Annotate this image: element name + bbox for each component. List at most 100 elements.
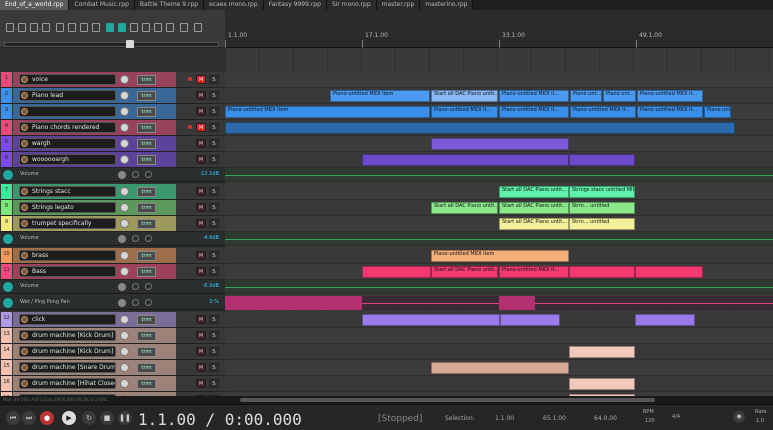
mute-button[interactable]: M (196, 155, 206, 164)
record-arm-icon[interactable] (21, 332, 28, 339)
media-item[interactable] (362, 266, 431, 278)
record-arm-icon[interactable] (21, 252, 28, 259)
open-project-icon[interactable] (18, 23, 26, 32)
cut-icon[interactable] (92, 23, 100, 32)
go-start-icon[interactable]: ⏮ (6, 411, 20, 425)
track-row[interactable]: 6 woooooargh trim M S (0, 152, 225, 168)
metronome-icon[interactable] (80, 23, 88, 32)
track-name[interactable]: wargh (19, 138, 116, 149)
envelope-arm-icon[interactable] (132, 171, 139, 178)
media-item[interactable]: Start all DAC Piano untit... (499, 202, 569, 214)
media-item[interactable]: Piano-untitled MIDI it... (499, 266, 569, 278)
volume-knob[interactable] (120, 331, 129, 340)
track-name[interactable]: drum machine [Hihat Closed] (19, 378, 116, 389)
media-item[interactable] (431, 362, 569, 374)
record-arm-icon[interactable] (21, 124, 28, 131)
automation-item[interactable] (499, 296, 535, 310)
media-item[interactable]: Piano-untitled MIDI it... (570, 106, 636, 118)
track-row[interactable]: 2 Piano lead trim M S (0, 88, 225, 104)
track-row[interactable]: 9 trumpet specifically trim M S (0, 216, 225, 232)
record-arm-icon[interactable] (21, 316, 28, 323)
volume-knob[interactable] (120, 91, 129, 100)
mute-button[interactable]: M (196, 139, 206, 148)
track-lane[interactable] (225, 344, 773, 360)
envelope-icon[interactable] (3, 282, 13, 292)
track-row[interactable]: 5 wargh trim M S (0, 136, 225, 152)
solo-button[interactable]: S (209, 75, 219, 84)
volume-knob[interactable] (120, 267, 129, 276)
media-item[interactable]: Strin... untitled (569, 218, 635, 230)
media-item[interactable]: Piano-untitled MIDI item (330, 90, 430, 102)
record-arm-icon[interactable] (21, 140, 28, 147)
time-signature[interactable]: 4/4 (672, 414, 680, 420)
solo-button[interactable]: S (209, 219, 219, 228)
volume-knob[interactable] (120, 107, 129, 116)
new-project-icon[interactable] (6, 23, 14, 32)
envelope-arm-icon[interactable] (132, 283, 139, 290)
solo-button[interactable]: S (209, 267, 219, 276)
envelope-row[interactable]: Volume -4.6dB (0, 232, 225, 246)
fx-button[interactable]: trim (137, 331, 156, 341)
record-arm-icon[interactable] (21, 156, 28, 163)
track-name[interactable]: voice (19, 74, 116, 85)
volume-knob[interactable] (120, 139, 129, 148)
bpm-value[interactable]: 120 (645, 418, 655, 424)
project-tab[interactable]: Sir mono.rpp (326, 0, 377, 10)
selection-start[interactable]: 1.1.00 (495, 415, 514, 422)
solo-button[interactable]: S (209, 379, 219, 388)
record-button[interactable]: ● (40, 411, 54, 425)
media-item[interactable] (362, 154, 569, 166)
solo-button[interactable]: S (209, 251, 219, 260)
envelope-line[interactable] (225, 239, 773, 240)
track-row[interactable]: 13 drum machine [Kick Drum] trim M S (0, 328, 225, 344)
media-item[interactable]: Piano-untitled MIDI it... (499, 106, 569, 118)
record-arm-icon[interactable] (21, 380, 28, 387)
mute-button[interactable]: M (196, 107, 206, 116)
mute-button[interactable]: M (196, 219, 206, 228)
stop-button[interactable]: ■ (100, 411, 114, 425)
track-name[interactable]: drum machine [Snare Drum] (19, 362, 116, 373)
crossfade-icon[interactable] (180, 23, 188, 32)
media-item[interactable] (569, 378, 635, 390)
media-item[interactable]: Piano unt... (570, 90, 602, 102)
media-item[interactable] (569, 346, 635, 358)
media-item[interactable]: Piano-untitled MIDI it... (499, 90, 569, 102)
volume-knob[interactable] (120, 155, 129, 164)
media-item[interactable]: Piano-untitled MIDI it... (637, 106, 703, 118)
track-row[interactable]: 8 Strings legato trim M S (0, 200, 225, 216)
envelope-lane[interactable] (225, 280, 773, 294)
project-tab[interactable]: Battle Theme 9.rpp (134, 0, 205, 10)
fx-button[interactable]: trim (137, 267, 156, 277)
volume-knob[interactable] (120, 123, 129, 132)
media-item[interactable] (569, 154, 635, 166)
media-item[interactable]: Piano-untitled MIDI it... (431, 106, 498, 118)
envelope-line[interactable] (225, 175, 773, 176)
media-item[interactable]: Start all DAC Piano untit... (499, 218, 569, 230)
solo-button[interactable]: S (209, 107, 219, 116)
envelope-knob[interactable] (118, 235, 126, 243)
project-tab[interactable]: masterino.rpp (420, 0, 474, 10)
envelope-lane[interactable] (225, 168, 773, 182)
scrollbar-thumb[interactable] (240, 398, 655, 402)
media-item[interactable]: Start all DAC Piano untit... (431, 266, 498, 278)
track-name[interactable]: brass (19, 250, 116, 261)
project-tab[interactable]: ecaex mono.rpp (204, 0, 264, 10)
media-item[interactable]: Strings stacc untitled MIDI item (569, 186, 635, 198)
fx-button[interactable]: trim (137, 107, 156, 117)
envelope-icon[interactable] (3, 234, 13, 244)
solo-button[interactable]: S (209, 123, 219, 132)
snap-icon[interactable] (106, 23, 114, 32)
envelope-icon[interactable] (3, 170, 13, 180)
track-lane[interactable] (225, 72, 773, 88)
track-row[interactable]: 11 Bass trim M S (0, 264, 225, 280)
volume-knob[interactable] (120, 251, 129, 260)
record-arm-icon[interactable] (21, 76, 28, 83)
media-item[interactable] (569, 266, 635, 278)
play-button[interactable]: ▶ (62, 411, 76, 425)
track-row[interactable]: 12 click trim M S (0, 312, 225, 328)
media-item[interactable]: Start all DAC Piano untit... (431, 202, 498, 214)
volume-knob[interactable] (120, 379, 129, 388)
mute-button[interactable]: M (196, 203, 206, 212)
media-item[interactable] (431, 138, 569, 150)
media-item[interactable]: Piano-untitled MIDI item (225, 106, 430, 118)
